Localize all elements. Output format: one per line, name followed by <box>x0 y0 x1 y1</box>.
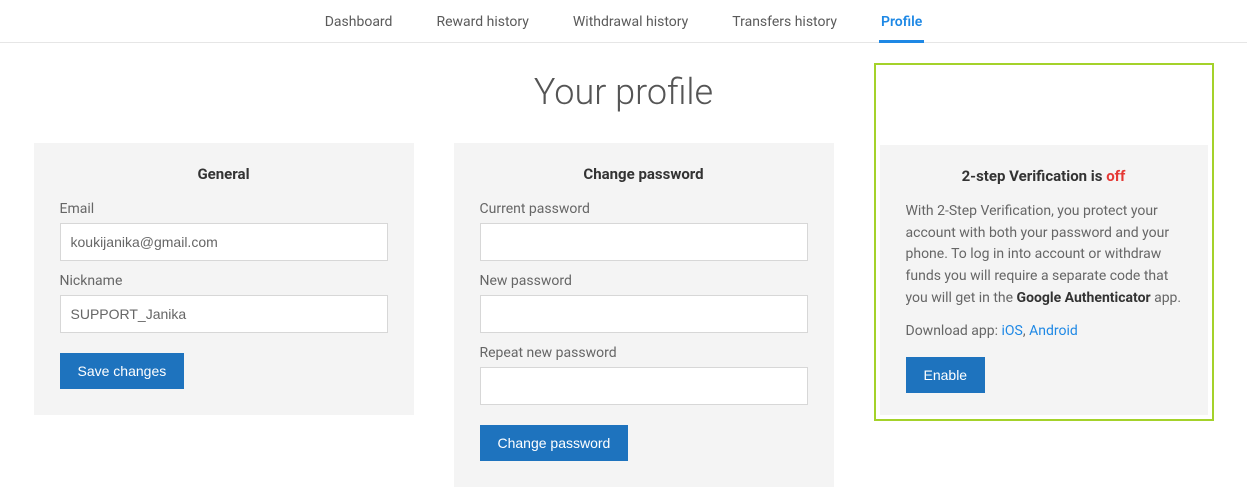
repeat-password-label: Repeat new password <box>480 345 808 361</box>
nickname-field[interactable] <box>60 295 388 333</box>
two-step-verification-card: 2-step Verification is off With 2-Step V… <box>874 63 1214 421</box>
general-card: General Email Nickname Save changes <box>34 143 414 415</box>
two-step-description: With 2-Step Verification, you protect yo… <box>906 201 1182 309</box>
download-prefix: Download app: <box>906 323 1002 339</box>
download-android-link[interactable]: Android <box>1029 323 1078 339</box>
content-columns: General Email Nickname Save changes Chan… <box>14 143 1234 487</box>
new-password-label: New password <box>480 273 808 289</box>
nav-profile[interactable]: Profile <box>879 6 924 43</box>
two-step-status: off <box>1106 167 1125 185</box>
nav-dashboard[interactable]: Dashboard <box>323 6 395 42</box>
download-line: Download app: iOS, Android <box>906 323 1182 339</box>
top-nav: Dashboard Reward history Withdrawal hist… <box>0 0 1247 43</box>
email-field[interactable] <box>60 223 388 261</box>
download-ios-link[interactable]: iOS <box>1002 323 1023 339</box>
current-password-field[interactable] <box>480 223 808 261</box>
new-password-field[interactable] <box>480 295 808 333</box>
save-changes-button[interactable]: Save changes <box>60 353 185 389</box>
repeat-password-field[interactable] <box>480 367 808 405</box>
change-password-card: Change password Current password New pas… <box>454 143 834 487</box>
email-label: Email <box>60 201 388 217</box>
current-password-label: Current password <box>480 201 808 217</box>
two-step-desc-strong: Google Authenticator <box>1017 290 1151 306</box>
change-password-button[interactable]: Change password <box>480 425 629 461</box>
two-step-inner: 2-step Verification is off With 2-Step V… <box>880 145 1208 415</box>
password-heading: Change password <box>480 165 808 183</box>
nav-withdrawal-history[interactable]: Withdrawal history <box>571 6 690 42</box>
general-heading: General <box>60 165 388 183</box>
enable-two-step-button[interactable]: Enable <box>906 357 986 393</box>
nav-transfers-history[interactable]: Transfers history <box>730 6 839 42</box>
nav-reward-history[interactable]: Reward history <box>434 6 530 42</box>
two-step-title-prefix: 2-step Verification is <box>962 167 1107 185</box>
nickname-label: Nickname <box>60 273 388 289</box>
two-step-title: 2-step Verification is off <box>906 167 1182 185</box>
two-step-desc-after: app. <box>1151 290 1182 306</box>
